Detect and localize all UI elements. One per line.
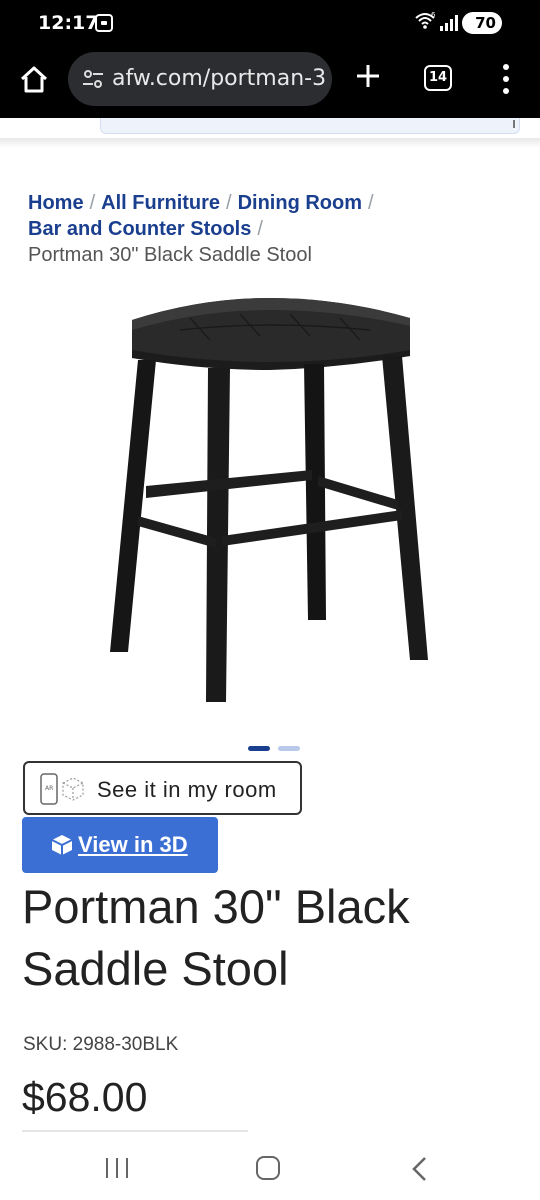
cube-icon [51,835,73,855]
home-button[interactable] [18,64,50,96]
see-in-my-room-button[interactable]: AR See it in my room [23,761,302,815]
svg-text:6: 6 [431,11,436,19]
battery-indicator: 70 [462,12,502,34]
plus-icon [357,65,379,87]
wifi-icon: 6 [414,11,436,36]
svg-text:AR: AR [45,785,53,792]
home-nav-button[interactable] [256,1156,280,1180]
view-in-3d-label: View in 3D [78,832,188,857]
status-bar: 12:17 6 70 [0,0,540,46]
breadcrumb-separator: / [257,218,263,240]
breadcrumb-bar-counter-stools[interactable]: Bar and Counter Stools [28,218,251,240]
price-divider [22,1130,248,1132]
carousel-dot[interactable] [248,746,270,751]
browser-toolbar: afw.com/portman-3 14 [0,46,540,118]
breadcrumb: Home / All Furniture / Dining Room / Bar and C… [28,190,518,268]
search-bar-edge [100,118,520,134]
battery-level: 70 [475,14,496,32]
new-tab-button[interactable] [352,60,384,92]
view-in-3d-button[interactable]: View in 3D [22,817,218,873]
back-icon [412,1157,426,1181]
breadcrumb-separator: / [89,192,96,214]
breadcrumb-current: Portman 30" Black Saddle Stool [28,244,312,266]
signal-icon [440,15,458,31]
breadcrumb-separator: / [368,192,374,214]
breadcrumb-all-furniture[interactable]: All Furniture [101,192,220,214]
product-image[interactable] [60,290,480,710]
product-price: $68.00 [22,1074,148,1120]
address-bar[interactable]: afw.com/portman-3 [68,52,332,106]
header-shadow [0,138,540,148]
home-icon [20,66,48,93]
system-navigation-bar [0,1138,540,1200]
ar-phone-icon: AR [40,773,84,805]
breadcrumb-home[interactable]: Home [28,192,84,214]
more-menu-button[interactable] [496,64,516,94]
breadcrumb-dining-room[interactable]: Dining Room [238,192,362,214]
screen-record-icon [95,14,113,32]
url-text[interactable]: afw.com/portman-3 [112,66,326,91]
recents-button[interactable] [104,1158,130,1178]
breadcrumb-separator: / [226,192,232,214]
see-in-my-room-label: See it in my room [97,777,277,802]
site-settings-icon[interactable] [82,69,104,89]
tab-switcher-button[interactable]: 14 [424,65,452,91]
product-sku: SKU: 2988-30BLK [23,1034,179,1055]
product-title: Portman 30" Black Saddle Stool [22,880,410,995]
carousel-dot[interactable] [278,746,300,751]
status-time: 12:17 [38,12,99,34]
back-button[interactable] [410,1156,428,1182]
